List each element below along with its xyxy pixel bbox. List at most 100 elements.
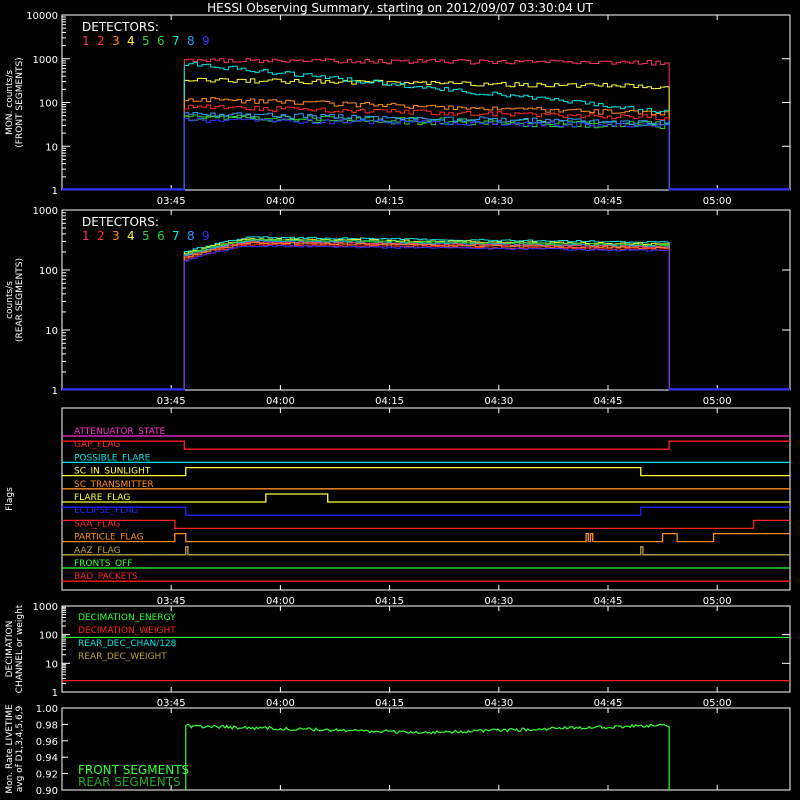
front-xtick-label: 03:45 (157, 196, 186, 207)
flags-ylabel: Flags (5, 487, 15, 511)
livetime-legend-rear: REAR SEGMENTS (78, 775, 181, 789)
rear-legend-entry: 1 (82, 229, 90, 243)
front-legend-entry: 8 (187, 34, 195, 48)
decimation-xtick-label: 04:45 (594, 698, 623, 709)
flag-line-flare-flag (62, 493, 790, 503)
rear-series-det8 (62, 240, 790, 391)
livetime-series-front (185, 723, 670, 790)
front-legend-entry: 3 (112, 34, 120, 48)
rear-ytick-label: 1 (52, 386, 58, 397)
rear-legend-entry: 7 (172, 229, 180, 243)
rear-legend-title: DETECTORS: (82, 215, 159, 229)
observing-summary-chart: HESSI Observing Summary, starting on 201… (5, 1, 791, 797)
rear-series-det2 (62, 243, 790, 391)
rear-xtick-label: 04:15 (375, 396, 404, 407)
decimation-xtick-label: 04:30 (484, 698, 513, 709)
front-ytick-label: 10 (45, 142, 58, 153)
front-series-det4 (62, 77, 790, 191)
front-legend-entry: 1 (82, 34, 90, 48)
decimation-ytick-label: 1000 (33, 602, 58, 613)
front-legend-entry: 6 (157, 34, 165, 48)
rear-xtick-label: 03:45 (157, 396, 186, 407)
rear-series-det7 (62, 236, 790, 391)
rear-series-det4 (62, 238, 790, 391)
rear-legend-entry: 8 (187, 229, 195, 243)
rear-ytick-label: 100 (39, 266, 58, 277)
front-xtick-label: 04:30 (484, 196, 513, 207)
front-legend-title: DETECTORS: (82, 20, 159, 34)
front-series-det2 (62, 104, 790, 191)
front-series-det8 (62, 112, 790, 191)
decimation-legend-entry: REAR_DEC_WEIGHT (78, 652, 167, 662)
front-ytick-label: 1 (52, 186, 58, 197)
rear-xtick-label: 04:45 (594, 396, 623, 407)
rear-ylabel: counts/s (5, 281, 15, 319)
front-xtick-label: 05:00 (703, 196, 732, 207)
chart-title: HESSI Observing Summary, starting on 201… (207, 1, 593, 15)
rear-xtick-label: 04:00 (266, 396, 295, 407)
front-series-det5 (62, 113, 790, 191)
decimation-xtick-label: 04:15 (375, 698, 404, 709)
flags-xtick-label: 04:45 (594, 596, 623, 607)
flags-xtick-label: 04:00 (266, 596, 295, 607)
front-legend-entry: 5 (142, 34, 150, 48)
front-legend-entry: 9 (202, 34, 210, 48)
rear-series-det1 (62, 241, 790, 391)
flags-xtick-label: 04:15 (375, 596, 404, 607)
livetime-ylabel: avg of D1,3,4,5,6,9 (15, 705, 25, 792)
decimation-ylabel: CHANNEL or weight (15, 604, 25, 693)
front-legend-entry: 7 (172, 34, 180, 48)
rear-ytick-label: 10 (45, 326, 58, 337)
decimation-ylabel: DECIMATION (5, 621, 15, 678)
decimation-legend-entry: DECIMATION_WEIGHT (78, 626, 176, 636)
livetime-ytick-label: 1.00 (36, 704, 58, 715)
front-series-det9 (62, 117, 790, 191)
flag-line-saa-flag (62, 519, 790, 530)
livetime-ytick-label: 0.98 (36, 720, 58, 731)
front-xtick-label: 04:45 (594, 196, 623, 207)
rear-legend-entry: 9 (202, 229, 210, 243)
rear-legend-entry: 4 (127, 229, 135, 243)
flags-xtick-label: 03:45 (157, 596, 186, 607)
front-ytick-label: 100 (39, 99, 58, 110)
front-legend-entry: 4 (127, 34, 135, 48)
rear-series-det6 (62, 239, 790, 391)
flag-line-particle-flag (62, 532, 790, 543)
front-ytick-label: 10000 (26, 11, 58, 22)
front-series-det1 (62, 58, 790, 191)
livetime-ytick-label: 0.92 (36, 770, 58, 781)
decimation-xtick-label: 05:00 (703, 698, 732, 709)
flag-line-aaz-flag (62, 546, 790, 556)
rear-series-det5 (62, 238, 790, 391)
front-xtick-label: 04:00 (266, 196, 295, 207)
decimation-legend-entry: DECIMATION_ENERGY (78, 613, 176, 623)
rear-series-det9 (62, 245, 790, 391)
front-series-det3 (62, 97, 790, 191)
front-ylabel: (FRONT SEGMENTS) (15, 57, 25, 147)
rear-xtick-label: 05:00 (703, 396, 732, 407)
decimation-xtick-label: 03:45 (157, 698, 186, 709)
rear-legend-entry: 2 (97, 229, 105, 243)
rear-legend-entry: 6 (157, 229, 165, 243)
livetime-ytick-label: 0.94 (36, 753, 58, 764)
livetime-ytick-label: 0.96 (36, 737, 58, 748)
flags-xtick-label: 05:00 (703, 596, 732, 607)
flags-axes-frame (61, 407, 791, 591)
rear-xtick-label: 04:30 (484, 396, 513, 407)
decimation-ytick-label: 100 (39, 631, 58, 642)
flag-line-sc-in-sunlight (62, 466, 790, 477)
front-ylabel: MON. counts/s (5, 70, 15, 135)
decimation-ytick-label: 10 (45, 659, 58, 670)
rear-ylabel: (REAR SEGMENTS) (15, 258, 25, 342)
decimation-ytick-label: 1 (52, 688, 58, 699)
rear-ytick-label: 1000 (33, 206, 58, 217)
rear-legend-entry: 5 (142, 229, 150, 243)
rear-series-det3 (62, 242, 790, 391)
decimation-legend-entry: REAR_DEC_CHAN/128 (78, 639, 177, 649)
decimation-xtick-label: 04:00 (266, 698, 295, 709)
front-series-det6 (62, 115, 790, 191)
livetime-ytick-label: 0.90 (36, 786, 58, 797)
flag-line-eclipse-flag (62, 506, 790, 516)
flag-line-gap-flag (62, 440, 790, 450)
front-xtick-label: 04:15 (375, 196, 404, 207)
